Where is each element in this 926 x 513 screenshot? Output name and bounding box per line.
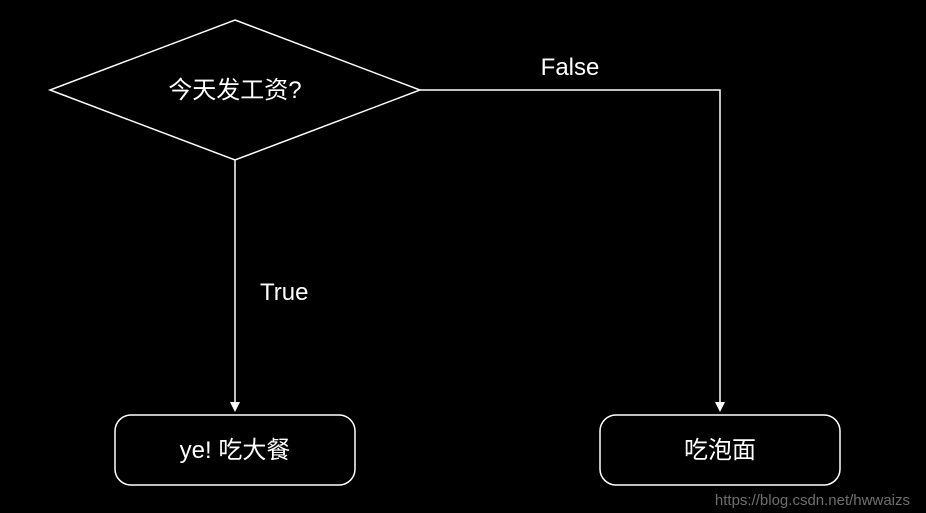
decision-node: 今天发工资? bbox=[50, 20, 420, 160]
false-outcome-label: 吃泡面 bbox=[684, 437, 756, 464]
true-outcome-node: ye! 吃大餐 bbox=[115, 415, 355, 485]
false-outcome-node: 吃泡面 bbox=[600, 415, 840, 485]
true-edge: True bbox=[235, 160, 308, 410]
true-outcome-label: ye! 吃大餐 bbox=[180, 437, 291, 464]
flowchart-canvas: 今天发工资? True False ye! 吃大餐 吃泡面 https://bl… bbox=[0, 0, 926, 513]
false-edge: False bbox=[420, 54, 720, 410]
decision-label: 今天发工资? bbox=[168, 77, 301, 104]
false-edge-label: False bbox=[541, 54, 600, 81]
watermark: https://blog.csdn.net/hwwaizs bbox=[715, 492, 910, 509]
true-edge-label: True bbox=[260, 279, 308, 306]
